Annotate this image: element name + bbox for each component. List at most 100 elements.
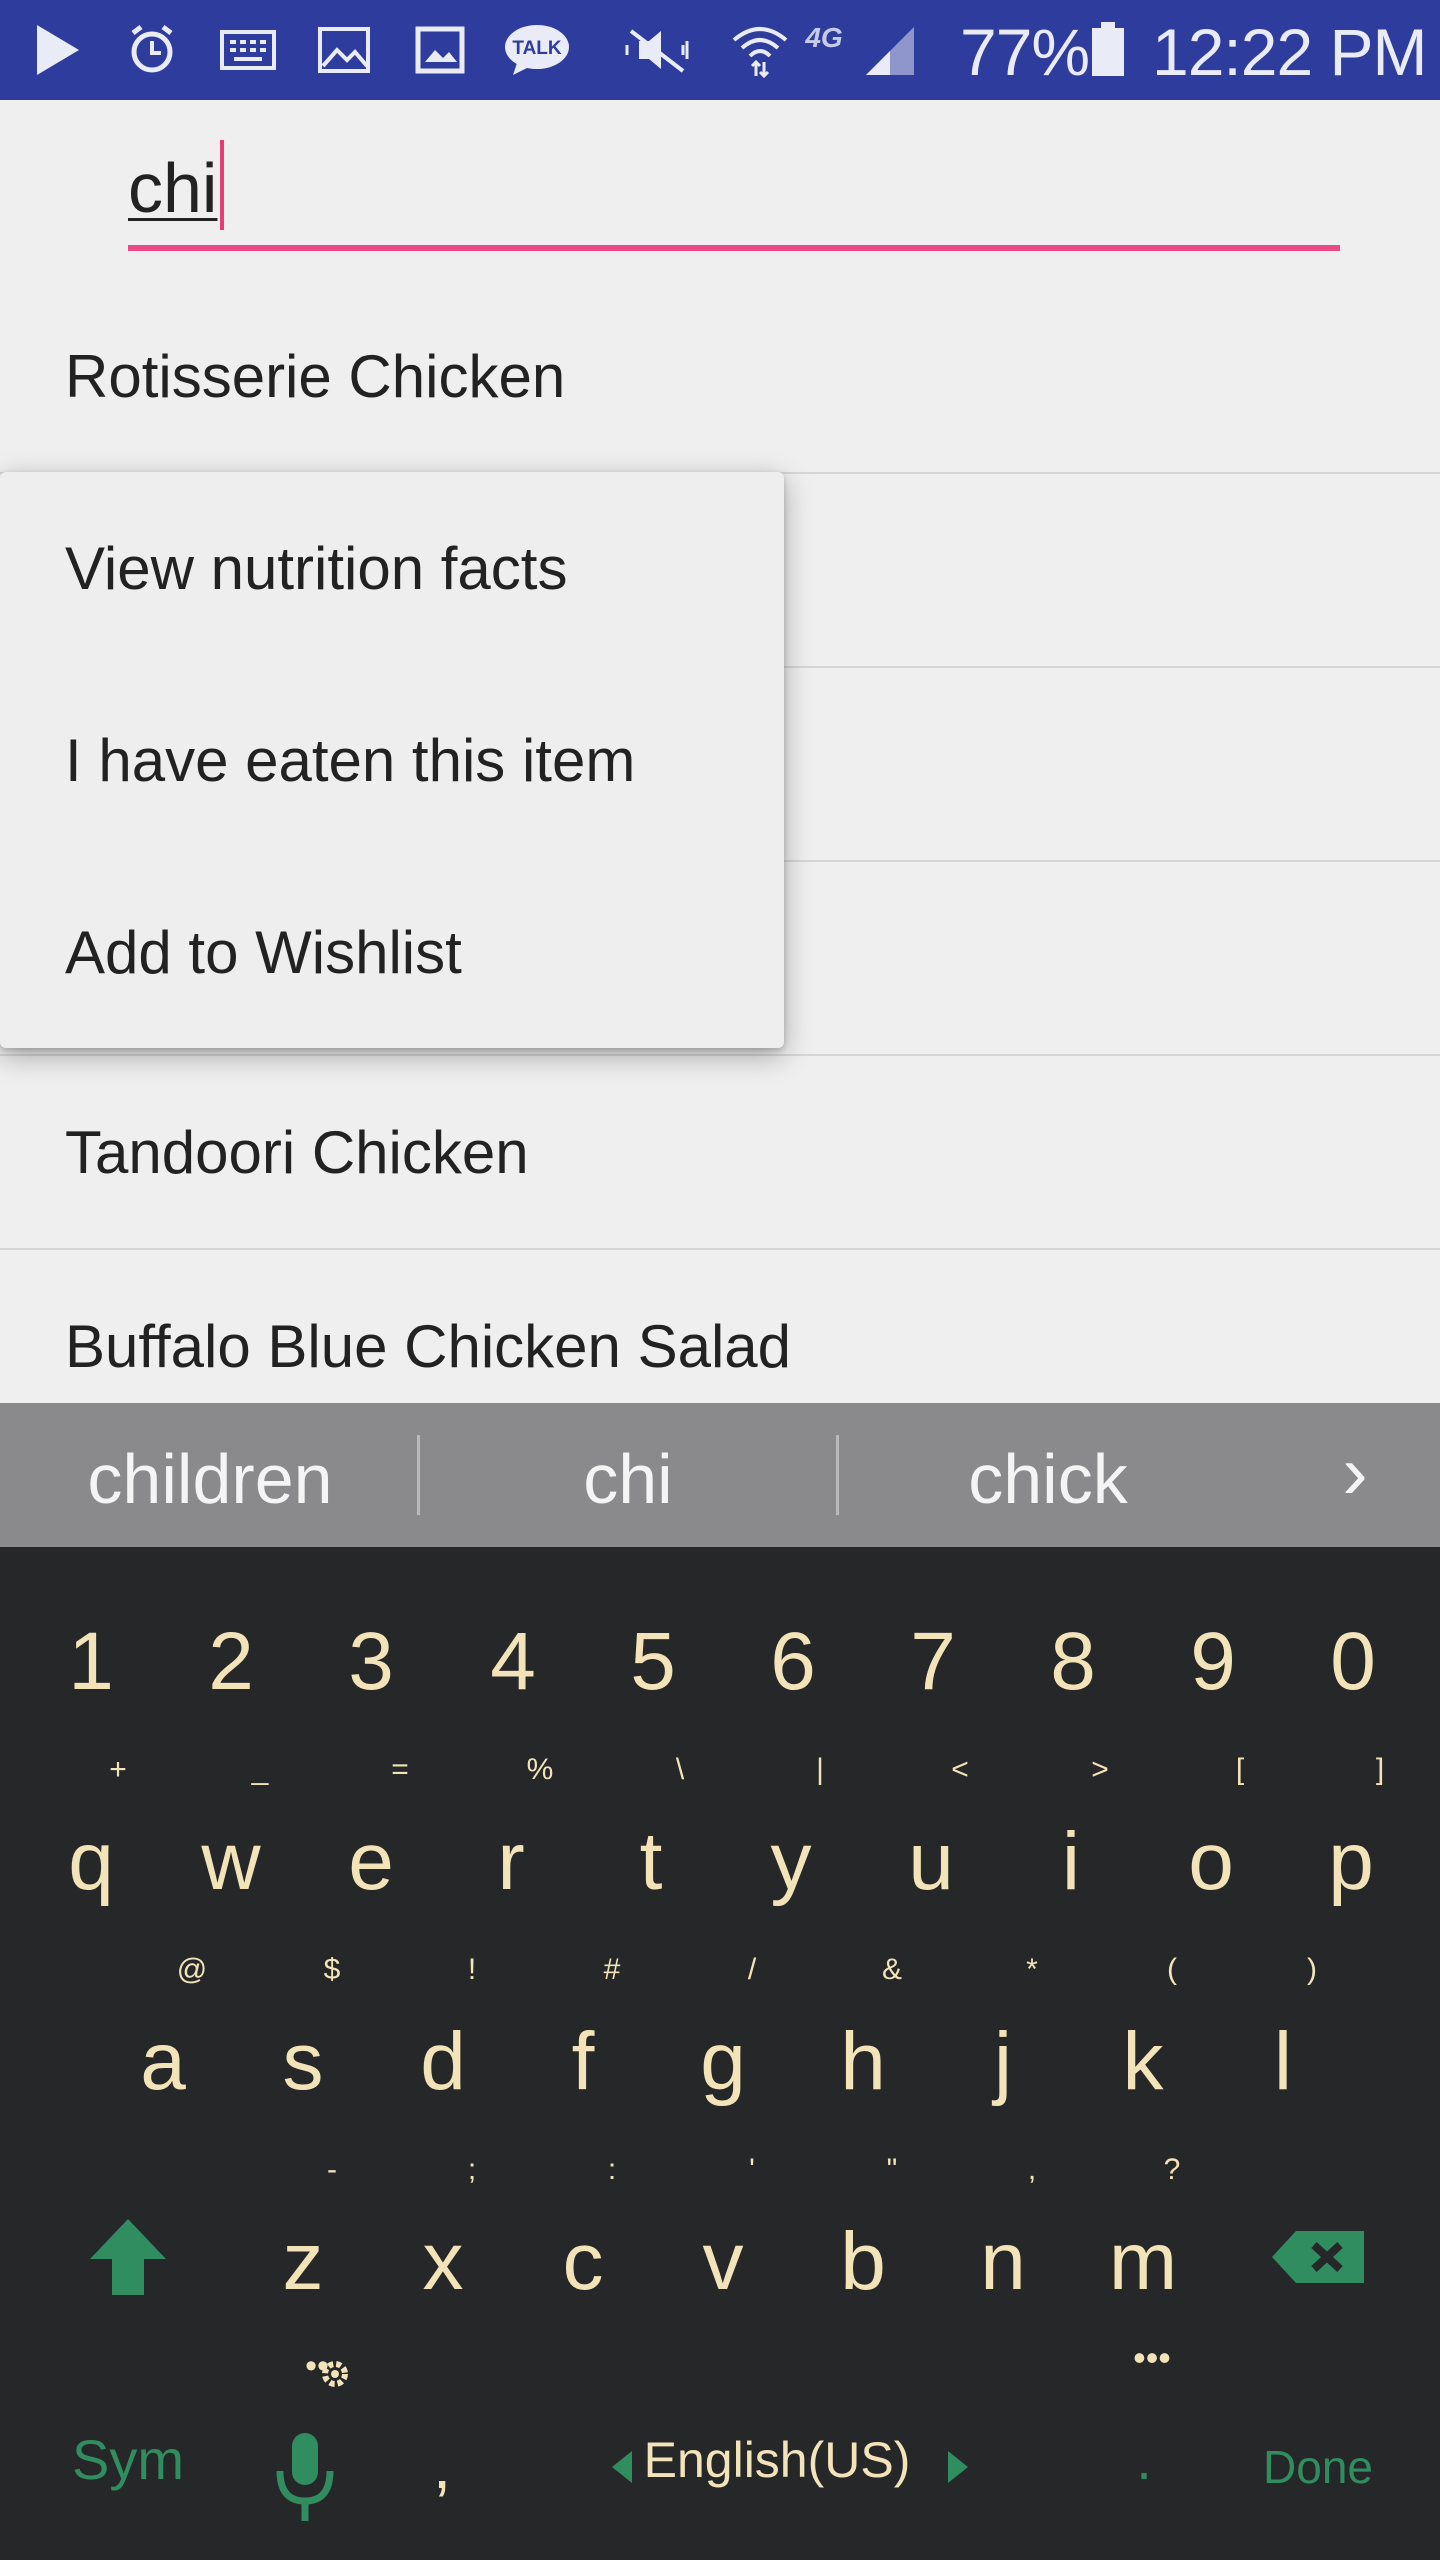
language-label: English(US) [643,2432,911,2488]
list-item[interactable]: Rotisserie Chicken [0,280,1440,474]
menu-item-add-wishlist[interactable]: Add to Wishlist [65,918,462,987]
hint: : [607,2153,617,2186]
svg-text:TALK: TALK [512,38,562,59]
key-c[interactable]: c [513,2215,653,2309]
hint: & [881,1953,902,1986]
network-type-label: 4G [805,22,843,53]
key-5[interactable]: 5 [583,1615,723,1709]
voice-input-key[interactable] [270,2427,340,2527]
key-k[interactable]: k [1073,2015,1213,2109]
wifi-icon [730,22,790,78]
key-1[interactable]: 1 [21,1615,161,1709]
search-input[interactable]: chi [128,148,217,228]
key-a[interactable]: a [93,2015,233,2109]
key-0[interactable]: 0 [1283,1615,1423,1709]
alarm-icon [122,22,182,78]
key-4[interactable]: 4 [443,1615,583,1709]
hint: [ [1235,1753,1245,1786]
key-n[interactable]: n [933,2215,1073,2309]
key-q[interactable]: q [21,1815,161,1909]
battery-percent: 77% [960,15,1090,89]
key-t[interactable]: t [581,1815,721,1909]
context-menu: View nutrition facts I have eaten this i… [0,472,784,1048]
hint: = [391,1753,409,1786]
key-r[interactable]: r [441,1815,581,1909]
key-o[interactable]: o [1141,1815,1281,1909]
keyboard: 1 2 3 4 5 6 7 8 9 0 + _ = % \ | < > [ ] … [0,1547,1440,2560]
hint: - [327,2153,337,2186]
hint: ; [467,2153,477,2186]
key-u[interactable]: u [861,1815,1001,1909]
key-x[interactable]: x [373,2215,513,2309]
menu-item-eaten[interactable]: I have eaten this item [65,726,635,795]
key-l[interactable]: l [1213,2015,1353,2109]
key-2[interactable]: 2 [161,1615,301,1709]
key-9[interactable]: 9 [1143,1615,1283,1709]
key-f[interactable]: f [513,2015,653,2109]
key-e[interactable]: e [301,1815,441,1909]
comma-key[interactable]: , [372,2427,512,2503]
language-key[interactable]: English(US) [604,2427,974,2507]
hint: * [1026,1953,1038,1986]
list-item-label: Tandoori Chicken [65,1119,529,1186]
signal-icon [860,22,920,78]
key-i[interactable]: i [1001,1815,1141,1909]
text-cursor [220,140,224,230]
language-right-arrow-icon [948,2451,968,2483]
hint: | [816,1753,824,1786]
key-s[interactable]: s [233,2015,373,2109]
key-7[interactable]: 7 [863,1615,1003,1709]
shift-key[interactable] [86,2215,170,2299]
hint: ] [1375,1753,1385,1786]
key-h[interactable]: h [793,2015,933,2109]
list-item[interactable]: Tandoori Chicken [0,1056,1440,1250]
key-z[interactable]: z [233,2215,373,2309]
key-b[interactable]: b [793,2215,933,2309]
hint: < [951,1753,969,1786]
more-suggestions-icon[interactable]: › [1300,1429,1410,1516]
sym-key[interactable]: Sym [58,2427,198,2492]
key-m[interactable]: m [1073,2215,1213,2309]
gear-icon [318,2357,352,2396]
language-left-arrow-icon [612,2451,632,2483]
suggestion-3[interactable]: chick [838,1439,1258,1519]
key-8[interactable]: 8 [1003,1615,1143,1709]
hint: \ [675,1753,685,1786]
key-y[interactable]: y [721,1815,861,1909]
search-input-underline [128,245,1340,251]
talk-icon: TALK [500,22,574,78]
suggestion-1[interactable]: children [0,1439,420,1519]
key-v[interactable]: v [653,2215,793,2309]
hint: ! [467,1953,477,1986]
hint: ? [1163,2153,1181,2186]
hint: _ [251,1753,269,1786]
hint: % [526,1753,554,1786]
backspace-icon [1272,2231,1364,2283]
status-bar: TALK 4G 77% 12:22 PM [0,0,1440,100]
battery-icon [1088,22,1128,78]
key-j[interactable]: j [933,2015,1073,2109]
hint: > [1091,1753,1109,1786]
clock: 12:22 PM [1152,15,1427,89]
suggestion-2[interactable]: chi [418,1439,838,1519]
hint: $ [323,1953,341,1986]
list-item-label: Rotisserie Chicken [65,343,566,410]
hint: , [1027,2153,1037,2186]
keyboard-icon [218,22,278,78]
hint: " [886,2153,898,2186]
key-3[interactable]: 3 [301,1615,441,1709]
menu-item-view-nutrition[interactable]: View nutrition facts [65,534,567,603]
hint: @ [176,1953,208,1986]
play-icon [28,22,88,78]
backspace-key[interactable] [1268,2227,1368,2287]
mute-icon [622,22,692,78]
hint: ' [749,2153,755,2186]
key-6[interactable]: 6 [723,1615,863,1709]
shift-arrow-icon [90,2219,166,2295]
key-d[interactable]: d [373,2015,513,2109]
key-p[interactable]: p [1281,1815,1421,1909]
period-key[interactable]: . [1074,2427,1214,2492]
key-g[interactable]: g [653,2015,793,2109]
key-w[interactable]: w [161,1815,301,1909]
done-key[interactable]: Done [1248,2440,1388,2494]
